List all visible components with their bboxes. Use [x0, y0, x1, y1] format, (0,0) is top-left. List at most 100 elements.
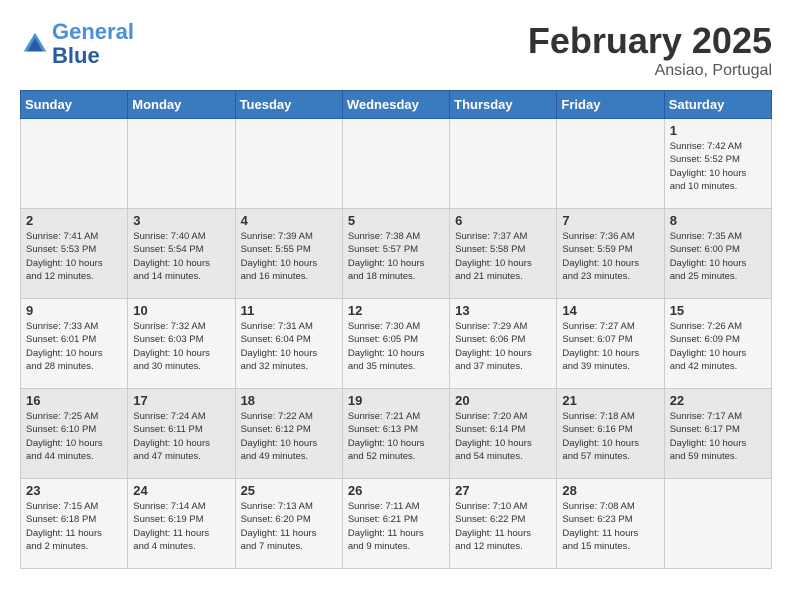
day-info: Sunrise: 7:22 AM Sunset: 6:12 PM Dayligh… [241, 410, 337, 463]
day-cell: 8 Sunrise: 7:35 AM Sunset: 6:00 PM Daylig… [664, 209, 771, 299]
day-cell: 6 Sunrise: 7:37 AM Sunset: 5:58 PM Daylig… [450, 209, 557, 299]
day-cell: 16 Sunrise: 7:25 AM Sunset: 6:10 PM Dayli… [21, 389, 128, 479]
day-cell: 26 Sunrise: 7:11 AM Sunset: 6:21 PM Dayli… [342, 479, 449, 569]
day-info: Sunrise: 7:10 AM Sunset: 6:22 PM Dayligh… [455, 500, 551, 553]
month-title: February 2025 [528, 20, 772, 62]
day-number: 25 [241, 483, 337, 498]
day-cell: 13Sunrise: 7:29 AM Sunset: 6:06 PM Dayli… [450, 299, 557, 389]
day-cell [128, 119, 235, 209]
day-number: 11 [241, 303, 337, 318]
week-row-2: 2 Sunrise: 7:41 AM Sunset: 5:53 PM Daylig… [21, 209, 772, 299]
day-cell: 12Sunrise: 7:30 AM Sunset: 6:05 PM Dayli… [342, 299, 449, 389]
day-cell: 15 Sunrise: 7:26 AM Sunset: 6:09 PM Dayli… [664, 299, 771, 389]
day-info: Sunrise: 7:25 AM Sunset: 6:10 PM Dayligh… [26, 410, 122, 463]
day-info: Sunrise: 7:24 AM Sunset: 6:11 PM Dayligh… [133, 410, 229, 463]
day-info: Sunrise: 7:15 AM Sunset: 6:18 PM Dayligh… [26, 500, 122, 553]
day-number: 10 [133, 303, 229, 318]
day-number: 27 [455, 483, 551, 498]
day-number: 26 [348, 483, 444, 498]
day-cell: 22 Sunrise: 7:17 AM Sunset: 6:17 PM Dayli… [664, 389, 771, 479]
logo-icon [20, 29, 50, 59]
day-cell: 2 Sunrise: 7:41 AM Sunset: 5:53 PM Daylig… [21, 209, 128, 299]
day-cell: 28 Sunrise: 7:08 AM Sunset: 6:23 PM Dayli… [557, 479, 664, 569]
day-cell: 18 Sunrise: 7:22 AM Sunset: 6:12 PM Dayli… [235, 389, 342, 479]
day-number: 12 [348, 303, 444, 318]
day-info: Sunrise: 7:40 AM Sunset: 5:54 PM Dayligh… [133, 230, 229, 283]
day-cell [342, 119, 449, 209]
day-info: Sunrise: 7:18 AM Sunset: 6:16 PM Dayligh… [562, 410, 658, 463]
day-info: Sunrise: 7:35 AM Sunset: 6:00 PM Dayligh… [670, 230, 766, 283]
day-cell: 10 Sunrise: 7:32 AM Sunset: 6:03 PM Dayli… [128, 299, 235, 389]
day-number: 18 [241, 393, 337, 408]
day-number: 5 [348, 213, 444, 228]
day-number: 28 [562, 483, 658, 498]
day-info: Sunrise: 7:14 AM Sunset: 6:19 PM Dayligh… [133, 500, 229, 553]
weekday-header-thursday: Thursday [450, 91, 557, 119]
day-info: Sunrise: 7:11 AM Sunset: 6:21 PM Dayligh… [348, 500, 444, 553]
calendar-table: SundayMondayTuesdayWednesdayThursdayFrid… [20, 90, 772, 569]
week-row-5: 23Sunrise: 7:15 AM Sunset: 6:18 PM Dayli… [21, 479, 772, 569]
day-cell: 9 Sunrise: 7:33 AM Sunset: 6:01 PM Daylig… [21, 299, 128, 389]
day-info: Sunrise: 7:36 AM Sunset: 5:59 PM Dayligh… [562, 230, 658, 283]
day-cell [557, 119, 664, 209]
day-number: 4 [241, 213, 337, 228]
day-number: 15 [670, 303, 766, 318]
day-number: 13 [455, 303, 551, 318]
day-number: 16 [26, 393, 122, 408]
day-cell [664, 479, 771, 569]
day-cell: 11 Sunrise: 7:31 AM Sunset: 6:04 PM Dayli… [235, 299, 342, 389]
day-cell: 17 Sunrise: 7:24 AM Sunset: 6:11 PM Dayli… [128, 389, 235, 479]
weekday-header-sunday: Sunday [21, 91, 128, 119]
week-row-4: 16 Sunrise: 7:25 AM Sunset: 6:10 PM Dayli… [21, 389, 772, 479]
day-info: Sunrise: 7:26 AM Sunset: 6:09 PM Dayligh… [670, 320, 766, 373]
logo-text: General Blue [52, 20, 134, 68]
day-number: 9 [26, 303, 122, 318]
weekday-header-tuesday: Tuesday [235, 91, 342, 119]
day-info: Sunrise: 7:13 AM Sunset: 6:20 PM Dayligh… [241, 500, 337, 553]
day-number: 17 [133, 393, 229, 408]
week-row-1: 1 Sunrise: 7:42 AM Sunset: 5:52 PM Daylig… [21, 119, 772, 209]
day-number: 21 [562, 393, 658, 408]
day-info: Sunrise: 7:31 AM Sunset: 6:04 PM Dayligh… [241, 320, 337, 373]
day-number: 8 [670, 213, 766, 228]
week-row-3: 9 Sunrise: 7:33 AM Sunset: 6:01 PM Daylig… [21, 299, 772, 389]
day-cell: 21 Sunrise: 7:18 AM Sunset: 6:16 PM Dayli… [557, 389, 664, 479]
day-number: 2 [26, 213, 122, 228]
weekday-header-friday: Friday [557, 91, 664, 119]
day-cell: 3 Sunrise: 7:40 AM Sunset: 5:54 PM Daylig… [128, 209, 235, 299]
day-number: 19 [348, 393, 444, 408]
day-number: 7 [562, 213, 658, 228]
day-info: Sunrise: 7:32 AM Sunset: 6:03 PM Dayligh… [133, 320, 229, 373]
page-header: General Blue February 2025 Ansiao, Portu… [20, 20, 772, 80]
weekday-header-monday: Monday [128, 91, 235, 119]
day-cell: 7 Sunrise: 7:36 AM Sunset: 5:59 PM Daylig… [557, 209, 664, 299]
day-cell: 1 Sunrise: 7:42 AM Sunset: 5:52 PM Daylig… [664, 119, 771, 209]
day-number: 22 [670, 393, 766, 408]
day-info: Sunrise: 7:38 AM Sunset: 5:57 PM Dayligh… [348, 230, 444, 283]
day-info: Sunrise: 7:37 AM Sunset: 5:58 PM Dayligh… [455, 230, 551, 283]
day-cell [450, 119, 557, 209]
day-info: Sunrise: 7:33 AM Sunset: 6:01 PM Dayligh… [26, 320, 122, 373]
day-number: 3 [133, 213, 229, 228]
day-info: Sunrise: 7:42 AM Sunset: 5:52 PM Dayligh… [670, 140, 766, 193]
day-info: Sunrise: 7:17 AM Sunset: 6:17 PM Dayligh… [670, 410, 766, 463]
day-info: Sunrise: 7:41 AM Sunset: 5:53 PM Dayligh… [26, 230, 122, 283]
day-info: Sunrise: 7:21 AM Sunset: 6:13 PM Dayligh… [348, 410, 444, 463]
day-info: Sunrise: 7:39 AM Sunset: 5:55 PM Dayligh… [241, 230, 337, 283]
day-cell [235, 119, 342, 209]
day-cell: 19 Sunrise: 7:21 AM Sunset: 6:13 PM Dayli… [342, 389, 449, 479]
title-block: February 2025 Ansiao, Portugal [528, 20, 772, 80]
day-cell: 24 Sunrise: 7:14 AM Sunset: 6:19 PM Dayli… [128, 479, 235, 569]
day-info: Sunrise: 7:08 AM Sunset: 6:23 PM Dayligh… [562, 500, 658, 553]
day-cell: 25 Sunrise: 7:13 AM Sunset: 6:20 PM Dayli… [235, 479, 342, 569]
weekday-header-saturday: Saturday [664, 91, 771, 119]
day-number: 14 [562, 303, 658, 318]
weekday-header-row: SundayMondayTuesdayWednesdayThursdayFrid… [21, 91, 772, 119]
day-number: 24 [133, 483, 229, 498]
day-cell: 5 Sunrise: 7:38 AM Sunset: 5:57 PM Daylig… [342, 209, 449, 299]
day-cell [21, 119, 128, 209]
day-number: 1 [670, 123, 766, 138]
day-cell: 20Sunrise: 7:20 AM Sunset: 6:14 PM Dayli… [450, 389, 557, 479]
weekday-header-wednesday: Wednesday [342, 91, 449, 119]
day-number: 6 [455, 213, 551, 228]
